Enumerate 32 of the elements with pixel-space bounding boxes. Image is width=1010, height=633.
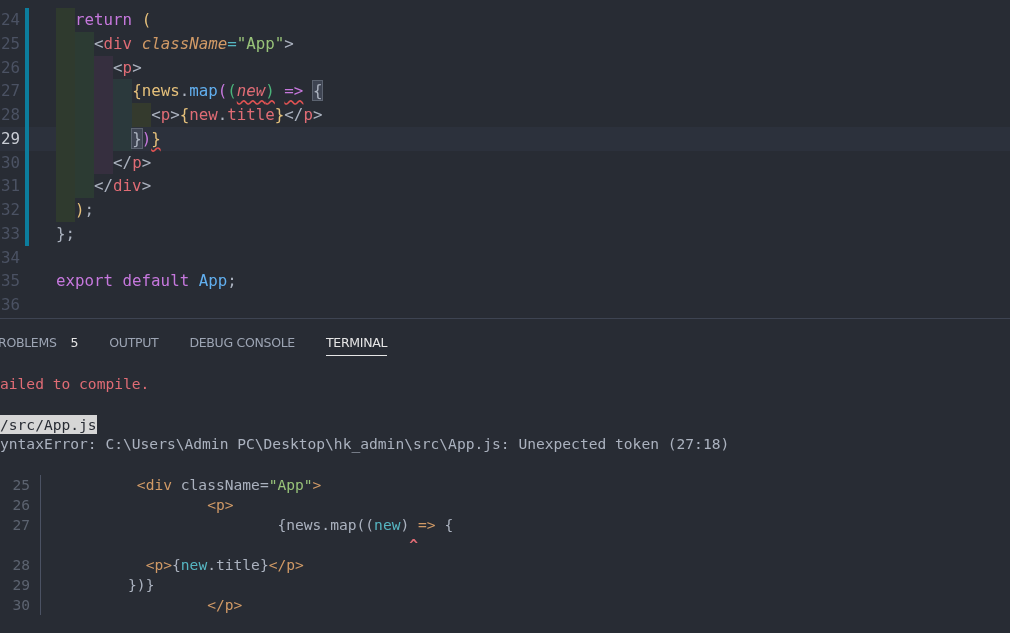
- code-line: <p>: [206, 495, 234, 515]
- line-number: 29: [11, 575, 30, 595]
- error-message: yntaxError: C:\Users\Admin PC\Desktop\hk_admin\src\App.js: Unexpected token (27:18): [0, 434, 730, 453]
- panel-tab[interactable]: TERMINAL: [325, 326, 388, 356]
- panel-tab[interactable]: OUTPUT: [109, 326, 159, 356]
- panel-tab[interactable]: ROBLEMS 5: [0, 326, 79, 356]
- error-text: ailed to compile.: [0, 374, 150, 394]
- code-line: <div className="App">: [56, 31, 294, 56]
- file-path: /src/App.js: [0, 415, 97, 434]
- line-number: 30: [11, 595, 30, 615]
- code-line: </p>: [56, 150, 152, 175]
- code-line: {news.map((new) => {: [56, 79, 323, 103]
- code-line: {news.map((new) => {: [276, 515, 454, 535]
- code-line: };: [56, 222, 76, 245]
- code-line: <div className="App">: [135, 475, 322, 495]
- panel-tab[interactable]: DEBUG CONSOLE: [189, 326, 295, 356]
- line-number: 27: [11, 515, 30, 535]
- error-caret: ^: [408, 535, 419, 555]
- code-line: })}: [56, 126, 161, 151]
- code-line: <p>: [56, 55, 142, 80]
- code-line: <p>{new.title}</p>: [56, 103, 323, 127]
- code-line: })}: [127, 575, 155, 595]
- line-number: 29: [0, 127, 20, 150]
- line-number: 26: [11, 495, 30, 515]
- code-line: return (: [56, 8, 152, 32]
- problem-count: 5: [70, 335, 79, 350]
- code-line: <p>{new.title}</p>: [144, 555, 304, 575]
- code-line: </p>: [206, 595, 243, 615]
- code-line: </div>: [56, 174, 152, 198]
- line-number: 28: [11, 555, 30, 575]
- line-number: 25: [11, 475, 30, 495]
- code-line: export default App;: [56, 270, 237, 293]
